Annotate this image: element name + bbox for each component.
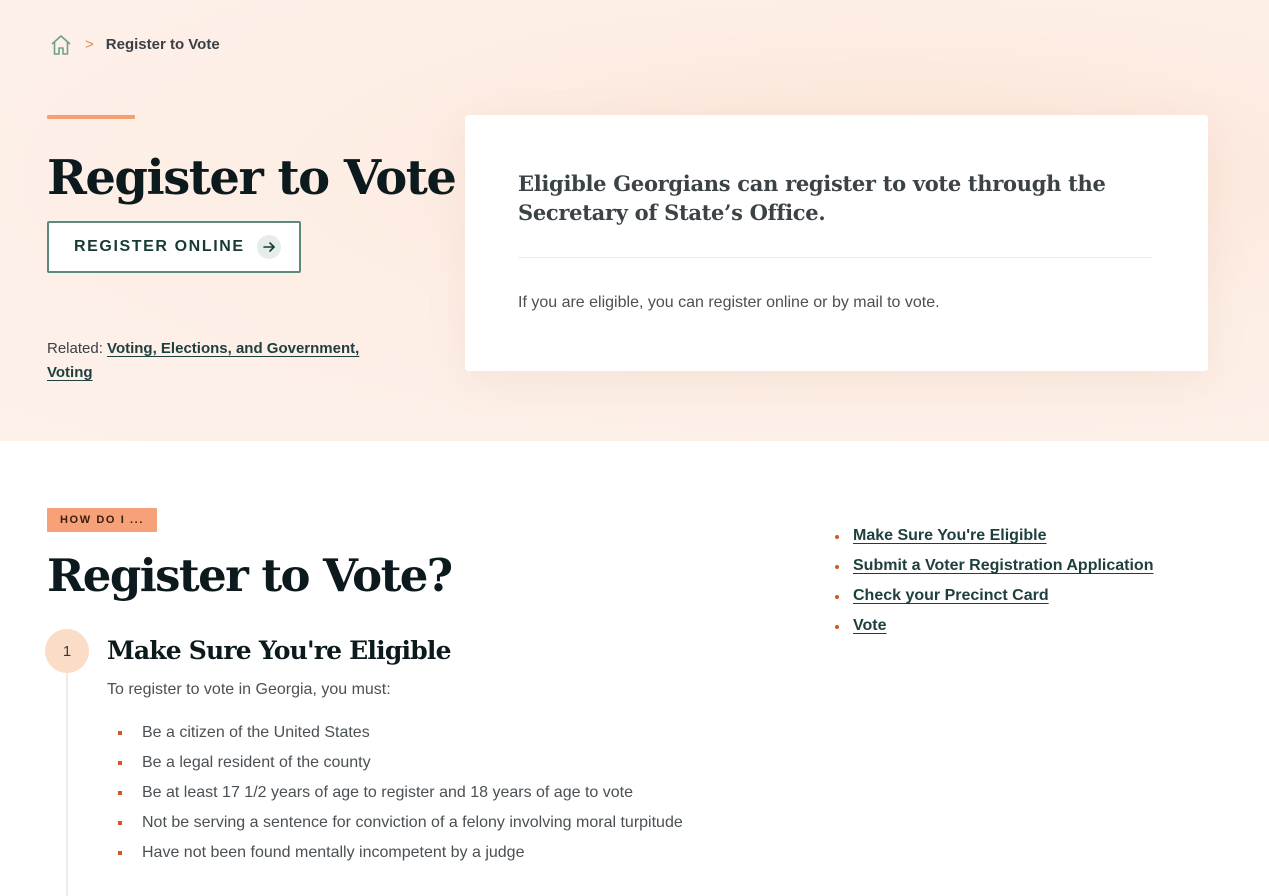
toc-link-precinct-card[interactable]: Check your Precinct Card xyxy=(853,587,1049,604)
toc-item: Vote xyxy=(835,614,1153,638)
related-link-voting-elections-government[interactable]: Voting, Elections, and Government, xyxy=(107,340,359,357)
section-title: Register to Vote? xyxy=(47,549,453,602)
breadcrumb-current: Register to Vote xyxy=(105,36,220,53)
step-title: Make Sure You're Eligible xyxy=(107,636,451,665)
breadcrumb: > Register to Vote xyxy=(49,33,220,57)
toc-item: Submit a Voter Registration Application xyxy=(835,554,1153,578)
hero-section: > Register to Vote Register to Vote REGI… xyxy=(0,0,1269,441)
toc-link-vote[interactable]: Vote xyxy=(853,617,886,634)
related-label: Related: xyxy=(47,340,103,357)
related-link-voting[interactable]: Voting xyxy=(47,364,93,381)
toc-item: Make Sure You're Eligible xyxy=(835,524,1153,548)
page-title: Register to Vote xyxy=(47,150,457,206)
toc-link-eligible[interactable]: Make Sure You're Eligible xyxy=(853,527,1047,544)
register-online-label: REGISTER ONLINE xyxy=(74,238,245,255)
register-online-button[interactable]: REGISTER ONLINE xyxy=(47,221,301,273)
step-connector-line xyxy=(66,668,68,896)
summary-body: If you are eligible, you can register on… xyxy=(518,294,940,311)
toc-item: Check your Precinct Card xyxy=(835,584,1153,608)
arrow-right-icon xyxy=(256,235,281,259)
summary-lead: Eligible Georgians can register to vote … xyxy=(518,171,1106,225)
how-do-i-tag: HOW DO I ... xyxy=(47,508,157,532)
list-item: Be a citizen of the United States xyxy=(116,720,716,746)
breadcrumb-separator: > xyxy=(85,36,94,53)
summary-divider xyxy=(518,257,1152,258)
list-item: Not be serving a sentence for conviction… xyxy=(116,810,716,836)
step-intro: To register to vote in Georgia, you must… xyxy=(107,681,391,698)
list-item: Be a legal resident of the county xyxy=(116,750,716,776)
accent-bar xyxy=(47,115,135,119)
toc-link-submit-application[interactable]: Submit a Voter Registration Application xyxy=(853,557,1153,574)
summary-card: Eligible Georgians can register to vote … xyxy=(465,115,1208,371)
table-of-contents: Make Sure You're Eligible Submit a Voter… xyxy=(835,524,1153,644)
eligibility-list: Be a citizen of the United States Be a l… xyxy=(116,720,716,870)
home-icon xyxy=(51,35,71,55)
list-item: Be at least 17 1/2 years of age to regis… xyxy=(116,780,716,806)
list-item: Have not been found mentally incompetent… xyxy=(116,840,716,866)
step-number-badge: 1 xyxy=(45,629,89,673)
breadcrumb-home-link[interactable] xyxy=(49,33,73,57)
related-links: Related: Voting, Elections, and Governme… xyxy=(47,337,407,385)
